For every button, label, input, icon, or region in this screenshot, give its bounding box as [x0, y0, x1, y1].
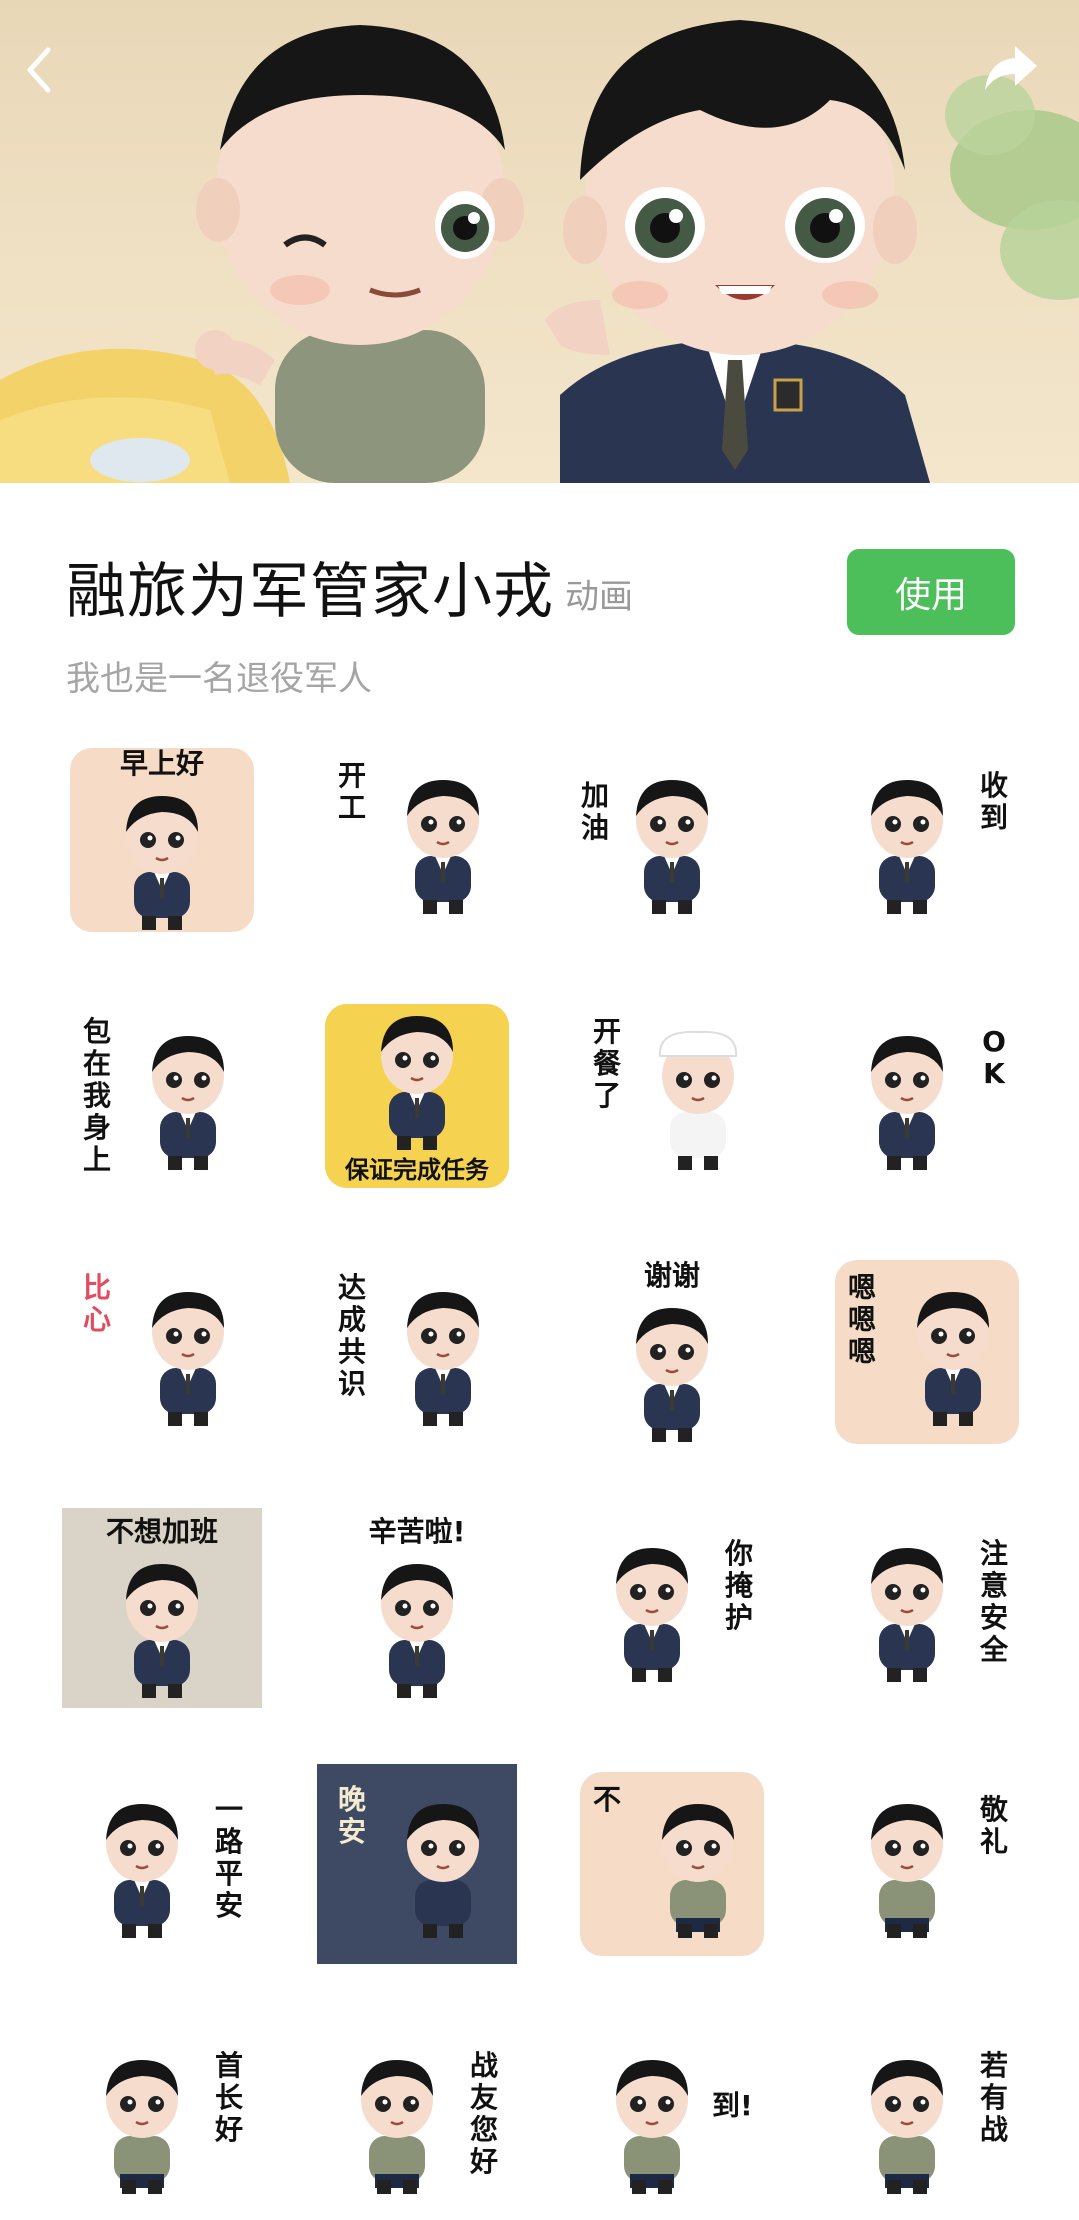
sticker-caption: 谢谢 — [643, 1259, 700, 1292]
sticker-item[interactable]: 晚安 — [317, 1764, 517, 1964]
sticker-item[interactable]: 嗯嗯嗯 — [827, 1252, 1027, 1452]
sticker-character-image — [847, 2050, 967, 2204]
sticker-item[interactable]: 早上好 — [62, 740, 262, 940]
sticker-caption: 不 — [592, 1783, 621, 1816]
sticker-caption: 不想加班 — [105, 1515, 218, 1548]
back-button[interactable] — [18, 40, 98, 120]
sticker-item[interactable]: 辛苦啦! — [317, 1508, 517, 1708]
sticker-caption: 注意安全 — [979, 1537, 1008, 1666]
sticker-item[interactable]: 收到 — [827, 740, 1027, 940]
sticker-caption: 一路平安 — [214, 1793, 243, 1922]
animated-tag: 动画 — [565, 577, 633, 617]
sticker-character-image — [847, 1026, 967, 1180]
sticker-item[interactable]: 你掩护 — [572, 1508, 772, 1708]
sticker-item[interactable]: 保证完成任务 — [317, 996, 517, 1196]
sticker-character-image — [128, 1026, 248, 1180]
sticker-caption: 辛苦啦! — [368, 1515, 466, 1548]
sticker-character-image — [612, 770, 732, 924]
sticker-item[interactable]: 不想加班 — [62, 1508, 262, 1708]
sticker-item[interactable]: 开工 — [317, 740, 517, 940]
sticker-character-image — [102, 786, 222, 940]
sticker-item[interactable]: 不 — [572, 1764, 772, 1964]
sticker-caption: 晚安 — [337, 1783, 366, 1848]
sticker-caption: 敬礼 — [979, 1793, 1008, 1858]
pack-title: 融旅为军管家小戎 — [66, 557, 554, 627]
sticker-character-image — [383, 770, 503, 924]
sticker-caption: 战友您好 — [469, 2049, 498, 2178]
sticker-caption: 比心 — [82, 1271, 111, 1336]
sticker-character-image — [102, 1554, 222, 1708]
use-button[interactable]: 使用 — [847, 549, 1015, 635]
sticker-caption: 开餐了 — [592, 1015, 621, 1112]
sticker-item[interactable]: 首长好 — [62, 2020, 262, 2220]
sticker-item[interactable]: 加油 — [572, 740, 772, 940]
sticker-caption: 到! — [712, 2089, 753, 2122]
sticker-item[interactable]: 敬礼 — [827, 1764, 1027, 1964]
back-chevron-icon — [27, 47, 51, 93]
sticker-item[interactable]: 一路平安 — [62, 1764, 262, 1964]
sticker-character-image — [592, 2050, 712, 2204]
sticker-character-image — [357, 1006, 477, 1160]
sticker-item[interactable]: 达成共识 — [317, 1252, 517, 1452]
sticker-character-image — [383, 1794, 503, 1948]
sticker-character-image — [847, 1538, 967, 1692]
sticker-caption: 加油 — [580, 779, 609, 844]
sticker-caption: 收到 — [979, 769, 1008, 834]
sticker-item[interactable]: 若有战 — [827, 2020, 1027, 2220]
sticker-character-image — [383, 1282, 503, 1436]
sticker-caption: 保证完成任务 — [345, 1156, 489, 1184]
sticker-caption: 包在我身上 — [82, 1015, 111, 1176]
sticker-character-image — [638, 1794, 758, 1948]
sticker-item[interactable]: 开餐了 — [572, 996, 772, 1196]
sticker-item[interactable]: 战友您好 — [317, 2020, 517, 2220]
sticker-character-image — [893, 1282, 1013, 1436]
sticker-caption: 首长好 — [214, 2049, 243, 2146]
sticker-character-image — [592, 1538, 712, 1692]
sticker-caption: 早上好 — [119, 747, 204, 780]
sticker-character-image — [357, 1554, 477, 1708]
sticker-character-image — [612, 1298, 732, 1452]
sticker-caption: 你掩护 — [724, 1537, 753, 1634]
sticker-item[interactable]: 谢谢 — [572, 1252, 772, 1452]
sticker-item[interactable]: 包在我身上 — [62, 996, 262, 1196]
sticker-item[interactable]: 到! — [572, 2020, 772, 2220]
sticker-caption: 开工 — [337, 759, 366, 824]
sticker-caption: 嗯嗯嗯 — [847, 1271, 876, 1368]
sticker-caption: 达成共识 — [337, 1271, 366, 1400]
sticker-character-image — [82, 2050, 202, 2204]
sticker-item[interactable]: 注意安全 — [827, 1508, 1027, 1708]
sticker-character-image — [847, 1794, 967, 1948]
sticker-item[interactable]: OK — [827, 996, 1027, 1196]
banner-image — [0, 0, 1079, 483]
sticker-character-image — [128, 1282, 248, 1436]
sticker-character-image — [337, 2050, 457, 2204]
share-button[interactable] — [981, 40, 1061, 120]
pack-subtitle: 我也是一名退役军人 — [66, 659, 372, 699]
banner-illustration — [0, 20, 1079, 483]
sticker-item[interactable]: 比心 — [62, 1252, 262, 1452]
pack-info: 融旅为军管家小戎 动画 我也是一名退役军人 使用 — [0, 483, 1079, 723]
sticker-character-image — [82, 1794, 202, 1948]
share-forward-icon — [985, 46, 1037, 90]
sticker-character-image — [638, 1026, 758, 1180]
sticker-character-image — [847, 770, 967, 924]
sticker-caption: OK — [982, 1025, 1006, 1090]
sticker-caption: 若有战 — [979, 2049, 1008, 2146]
